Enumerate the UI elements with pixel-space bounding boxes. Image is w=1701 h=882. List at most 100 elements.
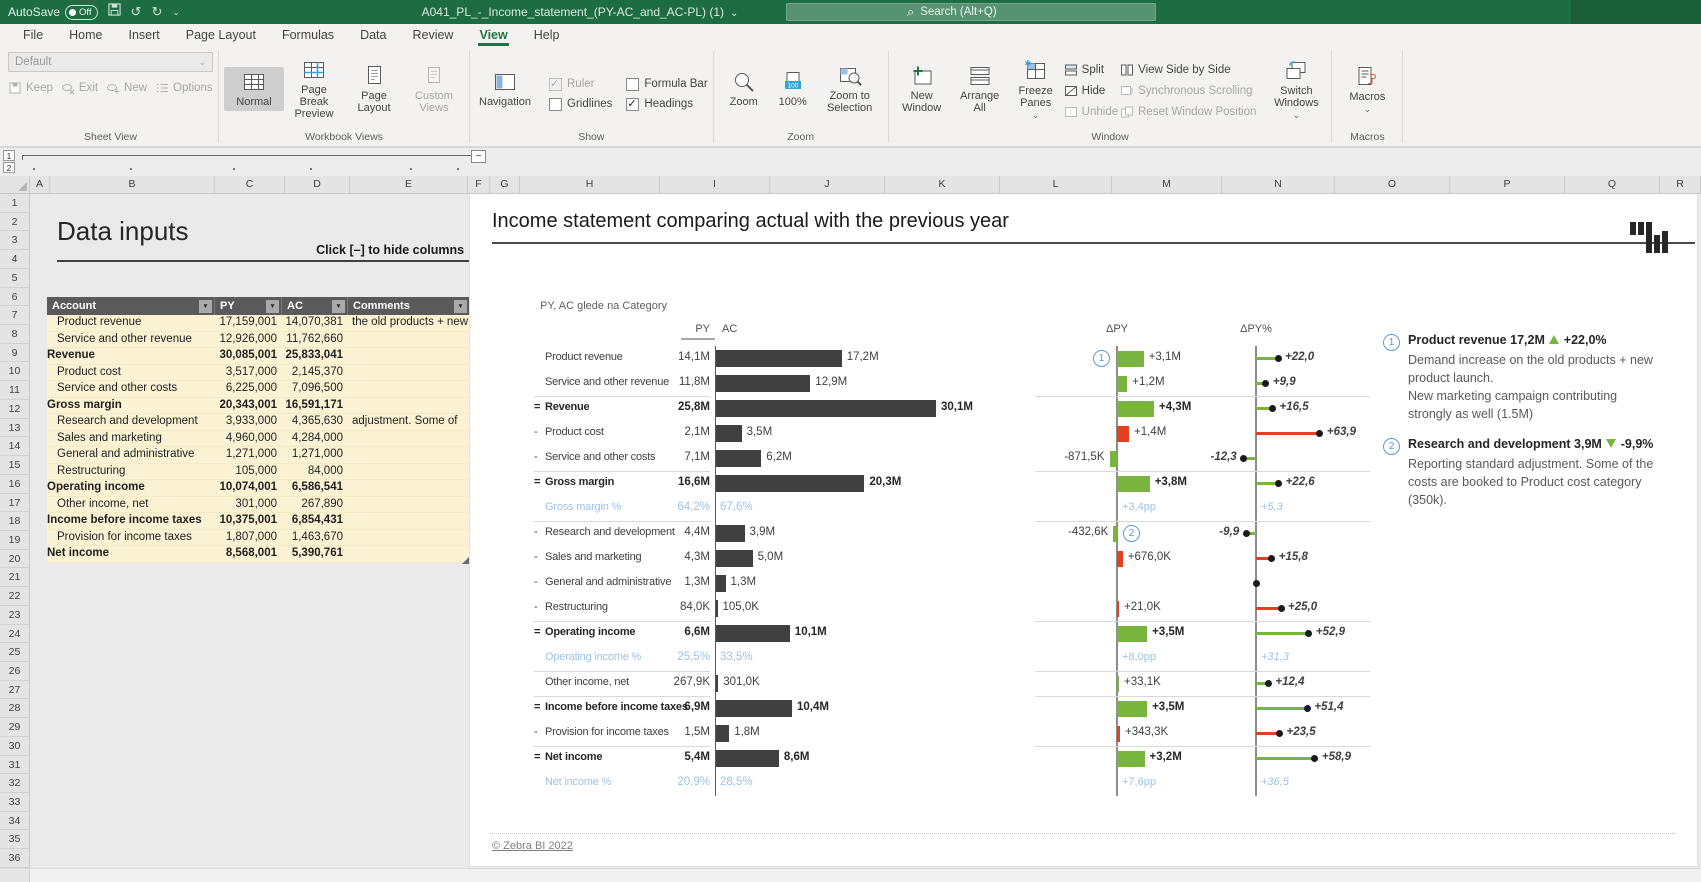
py-cell[interactable]: 3,933,000 [215, 414, 282, 430]
formula-bar-checkbox[interactable]: Formula Bar [626, 74, 707, 94]
row-header-36[interactable]: 36 [0, 849, 29, 868]
comment-cell[interactable]: adjustment. Some of [348, 414, 470, 430]
column-header-O[interactable]: O [1335, 176, 1450, 193]
table-row-other-income-net[interactable]: Other income, net301,000267,890 [47, 497, 470, 514]
headings-checkbox[interactable]: Headings [626, 94, 707, 114]
ac-cell[interactable]: 7,096,500 [282, 381, 348, 397]
menu-tab-formulas[interactable]: Formulas [269, 24, 347, 46]
horizontal-scrollbar-area[interactable] [0, 868, 1701, 882]
comment-cell[interactable] [348, 365, 470, 381]
comment-cell[interactable]: the old products + new [348, 315, 470, 331]
data-inputs-title[interactable]: Data inputs [57, 216, 189, 247]
ac-cell[interactable]: 1,463,670 [282, 530, 348, 546]
row-header-23[interactable]: 23 [0, 606, 29, 625]
py-cell[interactable]: 10,375,001 [215, 513, 282, 529]
row-header-6[interactable]: 6 [0, 288, 29, 307]
column-header-M[interactable]: M [1112, 176, 1222, 193]
column-header-Q[interactable]: Q [1565, 176, 1660, 193]
row-header-19[interactable]: 19 [0, 531, 29, 550]
ac-cell[interactable]: 84,000 [282, 464, 348, 480]
menu-tab-page-layout[interactable]: Page Layout [173, 24, 269, 46]
autosave-toggle[interactable]: AutoSave Off [8, 5, 98, 20]
menu-tab-file[interactable]: File [10, 24, 56, 46]
ac-cell[interactable]: 14,070,381 [282, 315, 348, 331]
row-header-22[interactable]: 22 [0, 587, 29, 606]
column-header-D[interactable]: D [285, 176, 350, 193]
table-row-gross-margin[interactable]: Gross margin20,343,00116,591,171 [47, 398, 470, 415]
filter-dropdown-icon[interactable]: ▼ [266, 300, 279, 313]
row-header-14[interactable]: 14 [0, 437, 29, 456]
zoom-100-button[interactable]: 100100% [769, 67, 817, 111]
search-box[interactable]: ⌕ Search (Alt+Q) [786, 3, 1156, 21]
new-window-button[interactable]: New Window [894, 61, 950, 117]
py-cell[interactable]: 20,343,001 [215, 398, 282, 414]
table-row-income-before-income-taxes[interactable]: Income before income taxes10,375,0016,85… [47, 513, 470, 530]
table-row-product-revenue[interactable]: Product revenue17,159,00114,070,381the o… [47, 315, 470, 332]
comment-cell[interactable] [348, 348, 470, 364]
row-header-12[interactable]: 12 [0, 400, 29, 419]
column-header-J[interactable]: J [770, 176, 885, 193]
column-header-F[interactable]: F [468, 176, 490, 193]
row-header-16[interactable]: 16 [0, 475, 29, 494]
zoom-button[interactable]: Zoom [719, 67, 769, 111]
checkbox-icon[interactable] [626, 98, 639, 111]
table-row-restructuring[interactable]: Restructuring105,00084,000 [47, 464, 470, 481]
py-cell[interactable]: 4,960,000 [215, 431, 282, 447]
select-all-corner[interactable] [0, 176, 30, 193]
menu-tab-insert[interactable]: Insert [116, 24, 173, 46]
comment-cell[interactable] [348, 332, 470, 348]
row-header-31[interactable]: 31 [0, 756, 29, 775]
comment-cell[interactable] [348, 530, 470, 546]
row-header-27[interactable]: 27 [0, 681, 29, 700]
row-header-32[interactable]: 32 [0, 774, 29, 793]
row-header-33[interactable]: 33 [0, 793, 29, 812]
account-cell[interactable]: Gross margin [47, 398, 215, 414]
column-header-E[interactable]: E [350, 176, 468, 193]
row-header-18[interactable]: 18 [0, 512, 29, 531]
comment-cell[interactable] [348, 431, 470, 447]
comment-cell[interactable] [348, 398, 470, 414]
filter-dropdown-icon[interactable]: ▼ [454, 300, 467, 313]
row-header-5[interactable]: 5 [0, 269, 29, 288]
ac-cell[interactable]: 6,854,431 [282, 513, 348, 529]
table-row-sales-and-marketing[interactable]: Sales and marketing4,960,0004,284,000 [47, 431, 470, 448]
macros-button[interactable]: Macros⌄ [1337, 62, 1397, 116]
table-row-service-and-other-revenue[interactable]: Service and other revenue12,926,00011,76… [47, 332, 470, 349]
column-header-L[interactable]: L [1000, 176, 1112, 193]
ac-cell[interactable]: 16,591,171 [282, 398, 348, 414]
column-header-I[interactable]: I [660, 176, 770, 193]
account-cell[interactable]: Operating income [47, 480, 215, 496]
column-header-R[interactable]: R [1660, 176, 1701, 193]
account-cell[interactable]: General and administrative [47, 447, 215, 463]
data-inputs-table[interactable]: Account▼PY▼AC▼Comments▼ Product revenue1… [47, 297, 470, 563]
py-cell[interactable]: 8,568,001 [215, 546, 282, 562]
menu-tab-home[interactable]: Home [56, 24, 115, 46]
table-resize-handle[interactable] [462, 557, 469, 564]
ac-cell[interactable]: 4,365,630 [282, 414, 348, 430]
document-title[interactable]: A041_PL_-_Income_statement_(PY-AC_and_AC… [400, 0, 760, 24]
comment-cell[interactable] [348, 381, 470, 397]
table-row-research-and-development[interactable]: Research and development3,933,0004,365,6… [47, 414, 470, 431]
row-header-29[interactable]: 29 [0, 718, 29, 737]
column-header-P[interactable]: P [1450, 176, 1565, 193]
save-icon[interactable] [108, 0, 121, 24]
table-row-general-and-administrative[interactable]: General and administrative1,271,0001,271… [47, 447, 470, 464]
checkbox-icon[interactable] [626, 78, 639, 91]
py-cell[interactable]: 105,000 [215, 464, 282, 480]
py-cell[interactable]: 10,074,001 [215, 480, 282, 496]
page-layout-view-button[interactable]: Page Layout [344, 61, 404, 117]
table-row-provision-for-income-taxes[interactable]: Provision for income taxes1,807,0001,463… [47, 530, 470, 547]
account-cell[interactable]: Net income [47, 546, 215, 562]
row-header-7[interactable]: 7 [0, 306, 29, 325]
ac-cell[interactable]: 1,271,000 [282, 447, 348, 463]
ac-cell[interactable]: 267,890 [282, 497, 348, 513]
column-header-H[interactable]: H [520, 176, 660, 193]
table-row-operating-income[interactable]: Operating income10,074,0016,586,541 [47, 480, 470, 497]
sheet-canvas[interactable]: Data inputs Click [–] to hide columns ↗ … [30, 194, 1701, 868]
table-row-service-and-other-costs[interactable]: Service and other costs6,225,0007,096,50… [47, 381, 470, 398]
py-cell[interactable]: 1,271,000 [215, 447, 282, 463]
py-cell[interactable]: 12,926,000 [215, 332, 282, 348]
row-header-20[interactable]: 20 [0, 550, 29, 569]
menu-tab-review[interactable]: Review [399, 24, 466, 46]
account-cell[interactable]: Revenue [47, 348, 215, 364]
